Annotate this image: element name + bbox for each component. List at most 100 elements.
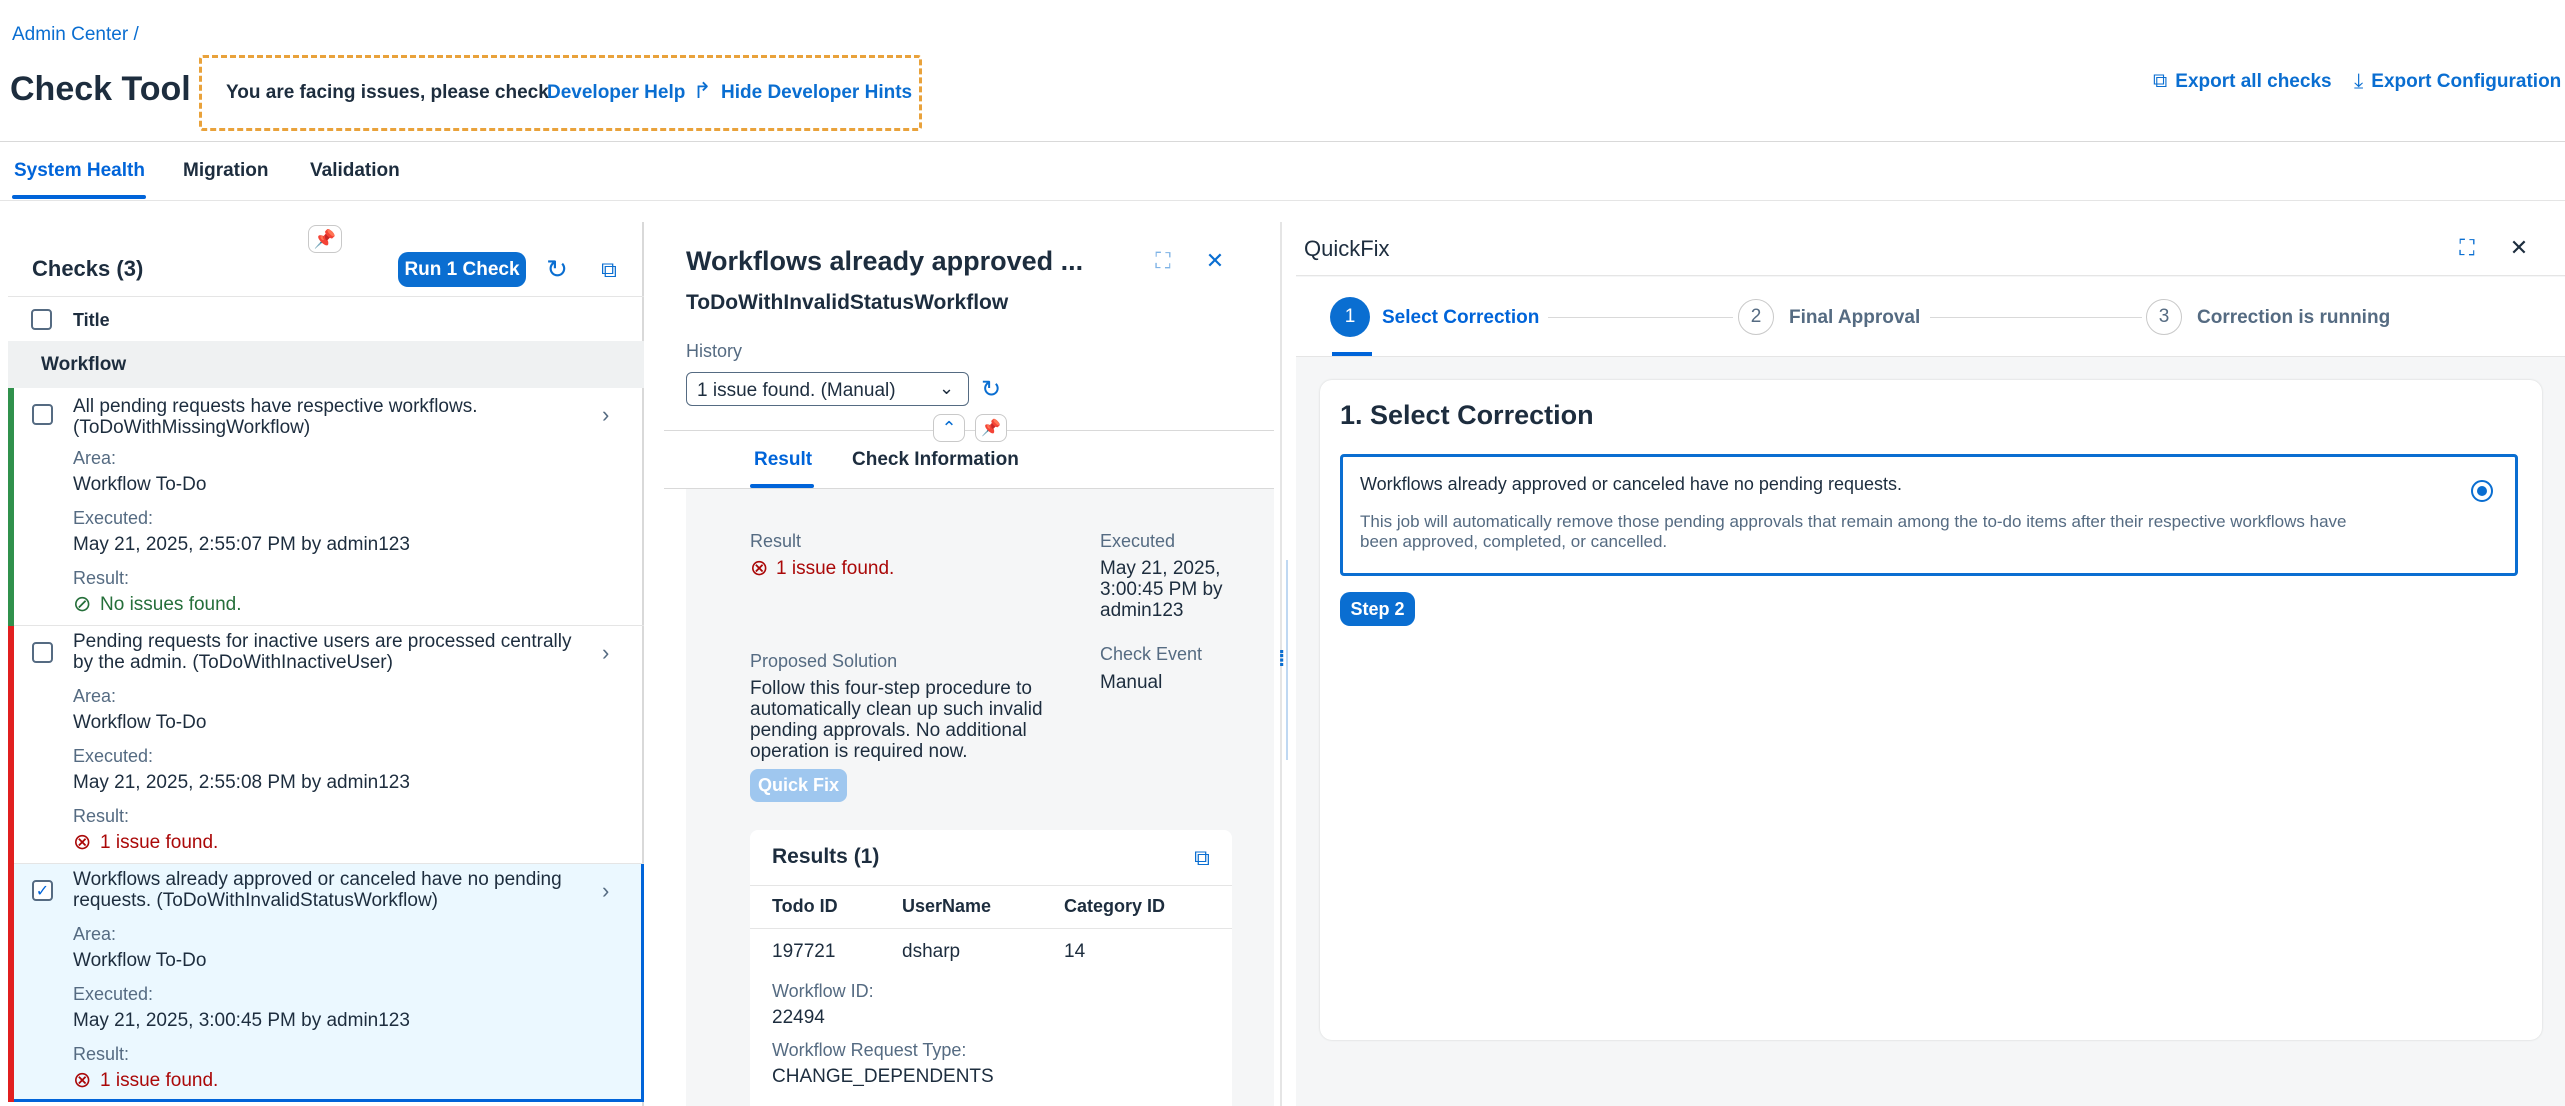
item-title-line2: (ToDoWithMissingWorkflow): [73, 417, 311, 438]
status-bar-success: [8, 388, 14, 626]
header-divider: [664, 430, 1274, 431]
history-select[interactable]: 1 issue found. (Manual) ⌄: [686, 372, 969, 406]
checks-title: Checks (3): [32, 256, 144, 281]
share-arrow-icon: ↱: [693, 78, 712, 103]
hide-hints-link[interactable]: Hide Developer Hints: [721, 82, 912, 104]
workflow-id-label: Workflow ID:: [772, 981, 874, 1001]
developer-help-link[interactable]: Developer Help: [547, 82, 685, 104]
item-checkbox[interactable]: [32, 404, 53, 425]
chevron-right-icon[interactable]: ›: [602, 640, 609, 666]
detail-title: Workflows already approved ...: [686, 246, 1084, 276]
breadcrumb[interactable]: Admin Center /: [12, 24, 139, 46]
check-event-label: Check Event: [1100, 644, 1203, 664]
workflow-id-value: 22494: [772, 1007, 825, 1028]
step-2-label[interactable]: Final Approval: [1789, 307, 1920, 329]
download-icon: ⤓: [2354, 70, 2364, 93]
chevron-right-icon[interactable]: ›: [602, 878, 609, 904]
table-divider: [750, 885, 1232, 886]
export-all-button[interactable]: ⧉ Export all checks: [2153, 70, 2332, 93]
cell-username: dsharp: [902, 941, 961, 962]
close-icon[interactable]: ✕: [2502, 232, 2536, 264]
step-2-button[interactable]: Step 2: [1340, 592, 1415, 626]
run-check-button[interactable]: Run 1 Check: [398, 252, 526, 287]
list-item[interactable]: All pending requests have respective wor…: [8, 388, 644, 626]
step-connector: [1548, 317, 1733, 318]
cell-todo-id: 197721: [772, 941, 836, 962]
pin-icon[interactable]: 📌: [975, 414, 1007, 442]
executed-label: Executed: [1100, 531, 1176, 551]
quick-fix-button[interactable]: Quick Fix: [750, 769, 847, 802]
section-title: 1. Select Correction: [1340, 400, 1594, 430]
item-title-line1: Workflows already approved or canceled h…: [73, 869, 562, 890]
chevron-down-icon: ⌄: [939, 378, 955, 398]
column-todo-id: Todo ID: [772, 896, 838, 916]
result-value: 1 issue found.: [776, 558, 895, 579]
tab-check-information[interactable]: Check Information: [852, 449, 1019, 471]
result-value: 1 issue found.: [100, 1070, 219, 1091]
item-checkbox[interactable]: [32, 642, 53, 663]
tab-system-health[interactable]: System Health: [14, 160, 145, 182]
table-divider: [750, 928, 1232, 929]
export-config-label: Export Configuration: [2371, 71, 2562, 92]
column-category-id: Category ID: [1064, 896, 1166, 916]
result-label: Result:: [73, 568, 130, 588]
request-type-label: Workflow Request Type:: [772, 1040, 967, 1060]
option-radio[interactable]: [2471, 480, 2493, 502]
close-icon[interactable]: ✕: [1198, 246, 1232, 276]
export-table-icon[interactable]: ⧉: [1186, 842, 1218, 874]
area-label: Area:: [73, 686, 117, 706]
export-config-button[interactable]: ⤓ Export Configuration: [2354, 70, 2561, 94]
fullscreen-icon[interactable]: ⛶: [2450, 232, 2484, 264]
refresh-icon[interactable]: ↻: [540, 252, 574, 287]
grip-icon[interactable]: ⁞: [1278, 648, 1285, 670]
step-3-label[interactable]: Correction is running: [2197, 307, 2390, 329]
executed-label: Executed:: [73, 984, 154, 1004]
tab-migration[interactable]: Migration: [183, 160, 269, 182]
executed-line2: 3:00:45 PM by: [1100, 579, 1223, 600]
cell-category-id: 14: [1064, 941, 1086, 962]
area-label: Area:: [73, 924, 117, 944]
item-checkbox-checked[interactable]: ✓: [32, 880, 53, 901]
step-3-indicator[interactable]: 3: [2146, 299, 2182, 335]
item-title-line1: All pending requests have respective wor…: [73, 396, 478, 417]
step-1-label[interactable]: Select Correction: [1382, 307, 1539, 329]
results-table-card: Results (1) ⧉ Todo ID UserName Category …: [750, 830, 1232, 1106]
step-1-indicator[interactable]: 1: [1330, 297, 1370, 337]
history-refresh-icon[interactable]: ↻: [976, 372, 1006, 406]
executed-line1: May 21, 2025,: [1100, 558, 1221, 579]
developer-hint-text: You are facing issues, please check: [226, 82, 549, 103]
export-table-icon[interactable]: ⧉: [592, 252, 626, 287]
result-label: Result:: [73, 1044, 130, 1064]
chevron-right-icon[interactable]: ›: [602, 402, 609, 428]
step-selected-indicator: [1332, 352, 1372, 356]
list-item-selected[interactable]: ✓ Workflows already approved or canceled…: [8, 864, 644, 1102]
correction-option[interactable]: Workflows already approved or canceled h…: [1340, 454, 2518, 576]
pin-icon[interactable]: 📌: [308, 225, 342, 253]
history-select-value: 1 issue found. (Manual): [697, 380, 896, 401]
option-title: Workflows already approved or canceled h…: [1360, 474, 1902, 494]
executed-value: May 21, 2025, 3:00:45 PM by admin123: [73, 1010, 410, 1031]
select-all-checkbox[interactable]: [31, 309, 52, 330]
status-bar-error: [8, 864, 14, 1102]
executed-label: Executed:: [73, 508, 154, 528]
column-title-header: Title: [73, 310, 110, 330]
status-bar-error: [8, 626, 14, 864]
group-header: Workflow: [8, 341, 644, 388]
collapse-header-icon[interactable]: ⌃: [933, 414, 965, 442]
result-label: Result: [750, 531, 802, 551]
tab-validation[interactable]: Validation: [310, 160, 400, 182]
quickfix-title: QuickFix: [1304, 236, 1390, 261]
step-connector: [1930, 317, 2142, 318]
executed-value: May 21, 2025, 2:55:08 PM by admin123: [73, 772, 410, 793]
area-value: Workflow To-Do: [73, 474, 207, 495]
tab-selected-indicator: [12, 195, 146, 199]
page-title: Check Tool: [10, 70, 191, 108]
result-label: Result:: [73, 806, 130, 826]
fullscreen-icon[interactable]: ⛶: [1146, 246, 1180, 276]
group-label: Workflow: [41, 354, 127, 375]
item-title-line2: by the admin. (ToDoWithInactiveUser): [73, 652, 393, 673]
area-label: Area:: [73, 448, 117, 468]
tab-result[interactable]: Result: [754, 449, 812, 471]
list-item[interactable]: Pending requests for inactive users are …: [8, 626, 644, 864]
step-2-indicator[interactable]: 2: [1738, 299, 1774, 335]
